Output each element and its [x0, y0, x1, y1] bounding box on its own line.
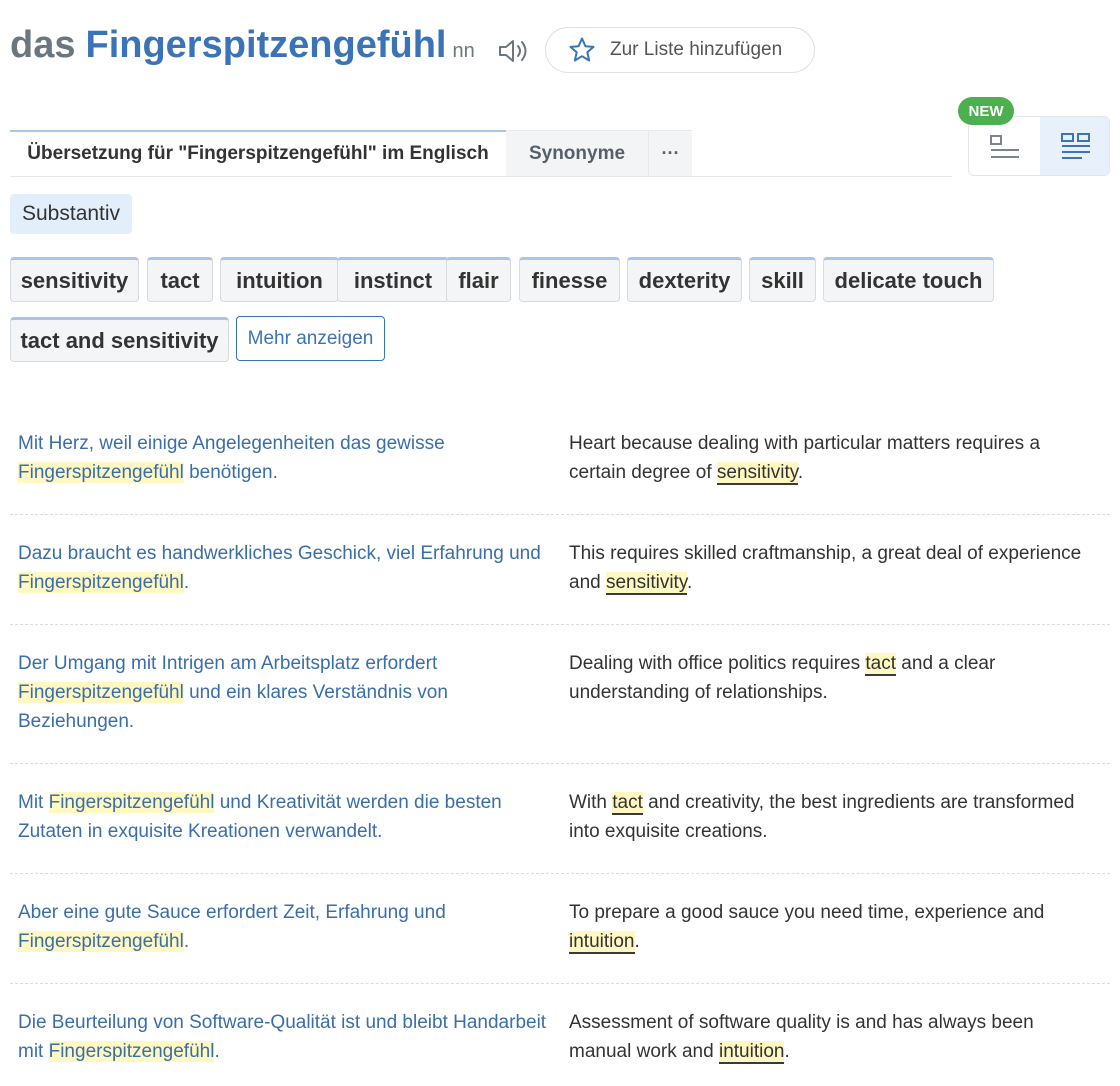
- tab-bar: Übersetzung für "Fingerspitzengefühl" im…: [10, 130, 952, 177]
- example-target: Dealing with office politics requires ta…: [569, 653, 996, 703]
- detailed-view-icon: [1060, 133, 1090, 159]
- compact-view-icon: [989, 135, 1019, 158]
- detailed-view-button[interactable]: [1040, 117, 1109, 175]
- example-target: Assessment of software quality is and ha…: [569, 1012, 1034, 1064]
- translation-chip[interactable]: sensitivity: [10, 257, 139, 302]
- tab-synonyms[interactable]: Synonyme: [506, 130, 648, 176]
- example-source: Dazu braucht es handwerkliches Geschick,…: [18, 543, 541, 593]
- translation-chip[interactable]: dexterity: [627, 257, 742, 302]
- show-more-button[interactable]: Mehr anzeigen: [236, 316, 385, 361]
- translation-chip[interactable]: flair: [446, 257, 511, 302]
- example-source: Mit Fingerspitzengefühl und Kreativität …: [18, 792, 502, 842]
- example-row: Der Umgang mit Intrigen am Arbeitsplatz …: [10, 625, 1110, 764]
- example-row: Die Beurteilung von Software-Qualität is…: [10, 984, 1110, 1086]
- translation-chip[interactable]: instinct: [337, 257, 449, 302]
- translation-chip[interactable]: delicate touch: [823, 257, 994, 302]
- example-target: To prepare a good sauce you need time, e…: [569, 902, 1045, 954]
- view-toggle: [968, 116, 1110, 176]
- tab-more[interactable]: ···: [648, 130, 692, 176]
- tab-translation[interactable]: Übersetzung für "Fingerspitzengefühl" im…: [10, 130, 506, 176]
- example-row: Dazu braucht es handwerkliches Geschick,…: [10, 515, 1110, 625]
- example-target: This requires skilled craftmanship, a gr…: [569, 543, 1082, 595]
- example-row: Mit Herz, weil einige Angelegenheiten da…: [10, 405, 1110, 515]
- translation-chip[interactable]: skill: [749, 257, 816, 302]
- translation-chip[interactable]: finesse: [519, 257, 620, 302]
- star-icon: [569, 37, 595, 62]
- new-badge: NEW: [958, 97, 1014, 125]
- example-source: Aber eine gute Sauce erfordert Zeit, Erf…: [18, 902, 446, 952]
- compact-view-button[interactable]: [969, 117, 1040, 175]
- example-row: Mit Fingerspitzengefühl und Kreativität …: [10, 764, 1110, 874]
- example-source: Die Beurteilung von Software-Qualität is…: [18, 1012, 547, 1062]
- speaker-icon[interactable]: [496, 36, 532, 66]
- grammar-label: nn: [452, 40, 475, 62]
- example-row: Aber eine gute Sauce erfordert Zeit, Erf…: [10, 874, 1110, 984]
- example-source: Mit Herz, weil einige Angelegenheiten da…: [18, 433, 445, 483]
- headword-article: das: [10, 24, 76, 66]
- headword-term: Fingerspitzengefühl: [85, 24, 447, 66]
- add-to-list-label: Zur Liste hinzufügen: [610, 39, 783, 60]
- example-target: With tact and creativity, the best ingre…: [569, 792, 1075, 842]
- translation-chip[interactable]: tact and sensitivity: [10, 317, 229, 362]
- add-to-list-button[interactable]: Zur Liste hinzufügen: [545, 27, 815, 73]
- translation-chip[interactable]: intuition: [220, 257, 339, 302]
- headword: das Fingerspitzengefühl nn: [10, 24, 475, 80]
- part-of-speech-label: Substantiv: [10, 194, 133, 234]
- translation-chip[interactable]: tact: [147, 257, 213, 302]
- example-target: Heart because dealing with particular ma…: [569, 433, 1041, 485]
- example-source: Der Umgang mit Intrigen am Arbeitsplatz …: [18, 653, 448, 732]
